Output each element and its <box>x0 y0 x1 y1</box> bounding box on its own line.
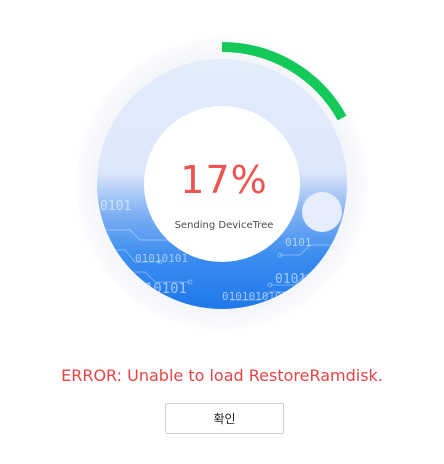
progress-knob <box>302 192 342 232</box>
confirm-button[interactable]: 확인 <box>165 403 284 434</box>
progress-dialog: 0101 01010101 01010 1010101 01010101010 … <box>0 0 444 464</box>
binary-text: 0101 <box>285 236 312 249</box>
progress-status-text: Sending DeviceTree <box>174 220 274 231</box>
binary-text: 01010101 <box>135 252 188 265</box>
binary-text: 0101 <box>100 199 131 214</box>
progress-percent: 17% <box>180 158 268 202</box>
error-message: ERROR: Unable to load RestoreRamdisk. <box>61 366 383 385</box>
